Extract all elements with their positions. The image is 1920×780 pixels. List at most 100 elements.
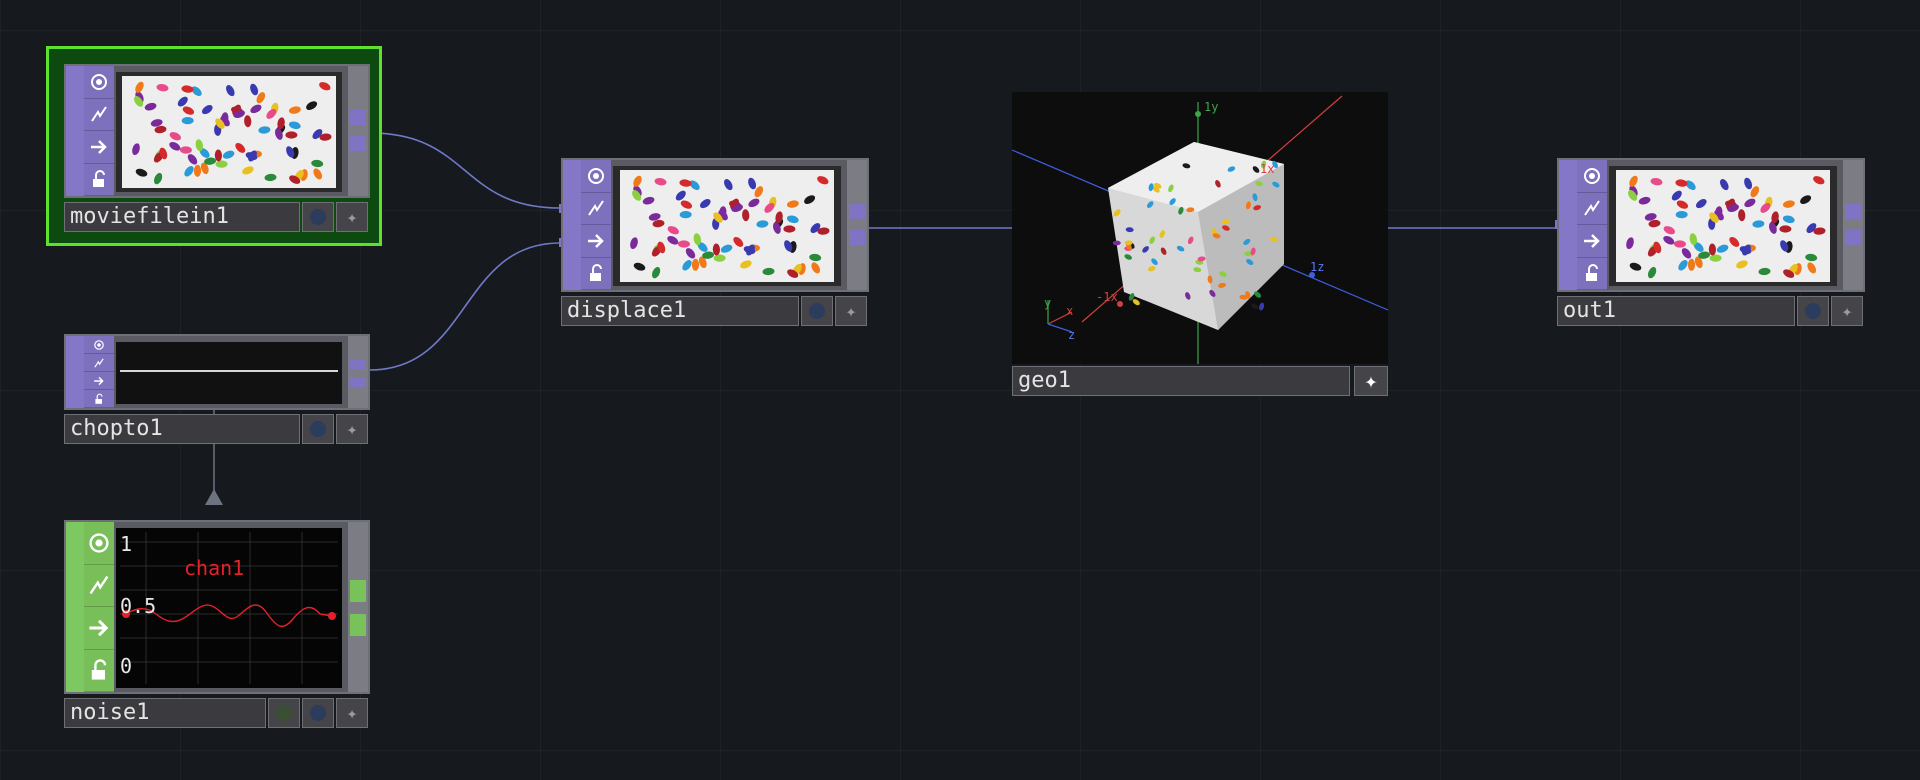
node-flags[interactable] bbox=[563, 160, 581, 290]
node-body[interactable] bbox=[561, 158, 869, 292]
node-name[interactable]: moviefilein1 bbox=[64, 202, 300, 232]
node-name[interactable]: out1 bbox=[1557, 296, 1795, 326]
render-flag-button[interactable]: ✦ bbox=[336, 414, 368, 444]
render-star-icon: ✦ bbox=[346, 206, 358, 228]
cook-icon[interactable] bbox=[84, 99, 114, 131]
output-connector[interactable] bbox=[849, 230, 865, 245]
axis-label-bottom: 0 bbox=[120, 654, 133, 678]
node-flags[interactable] bbox=[66, 522, 84, 692]
display-flag-icon bbox=[310, 705, 326, 721]
node-name[interactable]: displace1 bbox=[561, 296, 799, 326]
bypass-arrow-icon[interactable] bbox=[84, 131, 114, 164]
chop-viewer[interactable]: 1 0.5 0 chan1 bbox=[116, 528, 342, 688]
node-icon-column bbox=[84, 66, 114, 196]
display-flag-button[interactable] bbox=[302, 698, 334, 728]
image-viewer[interactable] bbox=[116, 72, 342, 192]
output-connectors bbox=[1843, 160, 1863, 290]
viewer-toggle-icon[interactable] bbox=[84, 336, 114, 354]
3d-scene bbox=[1012, 95, 1388, 364]
display-flag-icon bbox=[809, 303, 825, 319]
axis-label-top: 1 bbox=[120, 532, 133, 556]
node-name[interactable]: noise1 bbox=[64, 698, 266, 728]
axis-label-neg-x: -1x bbox=[1096, 290, 1118, 304]
node-icon-column bbox=[1577, 160, 1607, 290]
bypass-arrow-icon[interactable] bbox=[84, 607, 114, 650]
channel-name: chan1 bbox=[184, 556, 245, 580]
node-flags[interactable] bbox=[66, 336, 84, 408]
output-connectors bbox=[348, 66, 368, 196]
output-connector[interactable] bbox=[350, 136, 366, 151]
viewer-toggle-icon[interactable] bbox=[581, 160, 611, 193]
gizmo-z: z bbox=[1068, 328, 1076, 342]
cook-icon[interactable] bbox=[84, 354, 114, 372]
bypass-arrow-icon[interactable] bbox=[1577, 225, 1607, 258]
channel-line bbox=[120, 370, 338, 372]
display-flag-icon bbox=[310, 421, 326, 437]
node-body[interactable]: 1 0.5 0 chan1 bbox=[64, 520, 370, 694]
lock-icon[interactable] bbox=[84, 650, 114, 692]
viewer-toggle-icon[interactable] bbox=[84, 66, 114, 99]
render-star-icon: ✦ bbox=[346, 702, 358, 724]
geometry-viewer[interactable]: 1y 1x 1z -1x y x z bbox=[1012, 92, 1388, 364]
lock-icon[interactable] bbox=[84, 164, 114, 196]
node-flags[interactable] bbox=[1559, 160, 1577, 290]
node-flags[interactable] bbox=[66, 66, 84, 196]
node-icon-column bbox=[581, 160, 611, 290]
render-flag-button[interactable]: ✦ bbox=[336, 202, 368, 232]
render-flag-button[interactable]: ✦ bbox=[1354, 366, 1388, 396]
render-flag-button[interactable]: ✦ bbox=[1831, 296, 1863, 326]
render-star-icon: ✦ bbox=[845, 300, 857, 322]
output-connectors bbox=[348, 522, 368, 692]
viewer-toggle-icon[interactable] bbox=[84, 522, 114, 565]
output-connectors bbox=[847, 160, 867, 290]
render-star-icon: ✦ bbox=[1841, 300, 1853, 322]
wire-chopto1-displace1[interactable] bbox=[369, 242, 561, 371]
render-flag-button[interactable]: ✦ bbox=[336, 698, 368, 728]
axis-label-y: 1y bbox=[1204, 100, 1219, 114]
render-flag-button[interactable]: ✦ bbox=[835, 296, 867, 326]
node-body[interactable] bbox=[64, 334, 370, 410]
render-star-icon: ✦ bbox=[346, 418, 358, 440]
bypass-arrow-icon[interactable] bbox=[84, 372, 114, 390]
node-body[interactable] bbox=[64, 64, 370, 198]
output-connectors bbox=[348, 336, 368, 408]
output-connector[interactable] bbox=[849, 204, 865, 219]
display-flag-button[interactable] bbox=[302, 414, 334, 444]
display-flag-button[interactable] bbox=[302, 202, 334, 232]
jellybean-image bbox=[122, 76, 336, 188]
wire-moviefilein1-displace1[interactable] bbox=[369, 132, 561, 209]
export-flag-button[interactable] bbox=[268, 698, 300, 728]
node-icon-column bbox=[84, 522, 114, 692]
display-flag-icon bbox=[1805, 303, 1821, 319]
output-connector[interactable] bbox=[350, 614, 366, 636]
node-body[interactable] bbox=[1557, 158, 1865, 292]
lock-icon[interactable] bbox=[1577, 258, 1607, 290]
cook-icon[interactable] bbox=[84, 565, 114, 607]
gizmo-x: x bbox=[1066, 304, 1074, 318]
output-connector[interactable] bbox=[350, 360, 366, 369]
output-connector[interactable] bbox=[350, 378, 366, 387]
image-viewer[interactable] bbox=[1609, 166, 1837, 286]
lock-icon[interactable] bbox=[581, 258, 611, 290]
cook-icon[interactable] bbox=[581, 193, 611, 225]
node-name[interactable]: chopto1 bbox=[64, 414, 300, 444]
chop-to-viewer[interactable] bbox=[116, 342, 342, 404]
image-viewer[interactable] bbox=[613, 166, 841, 286]
viewer-toggle-icon[interactable] bbox=[1577, 160, 1607, 193]
output-connector[interactable] bbox=[350, 580, 366, 602]
display-flag-button[interactable] bbox=[801, 296, 833, 326]
lock-icon[interactable] bbox=[84, 390, 114, 408]
gizmo-y: y bbox=[1044, 296, 1052, 310]
cook-icon[interactable] bbox=[1577, 193, 1607, 225]
wire-arrow-icon bbox=[205, 489, 223, 505]
render-star-icon: ✦ bbox=[1364, 368, 1378, 394]
output-connector[interactable] bbox=[1845, 204, 1861, 219]
bypass-arrow-icon[interactable] bbox=[581, 225, 611, 258]
display-flag-button[interactable] bbox=[1797, 296, 1829, 326]
axis-label-x: 1x bbox=[1260, 162, 1275, 176]
output-connector[interactable] bbox=[350, 110, 366, 125]
output-connector[interactable] bbox=[1845, 230, 1861, 245]
node-icon-column bbox=[84, 336, 114, 408]
node-name[interactable]: geo1 bbox=[1012, 366, 1350, 396]
network-canvas[interactable]: moviefilein1 ✦ chopto1 ✦ 1 0.5 0 chan1 n… bbox=[0, 0, 1920, 780]
